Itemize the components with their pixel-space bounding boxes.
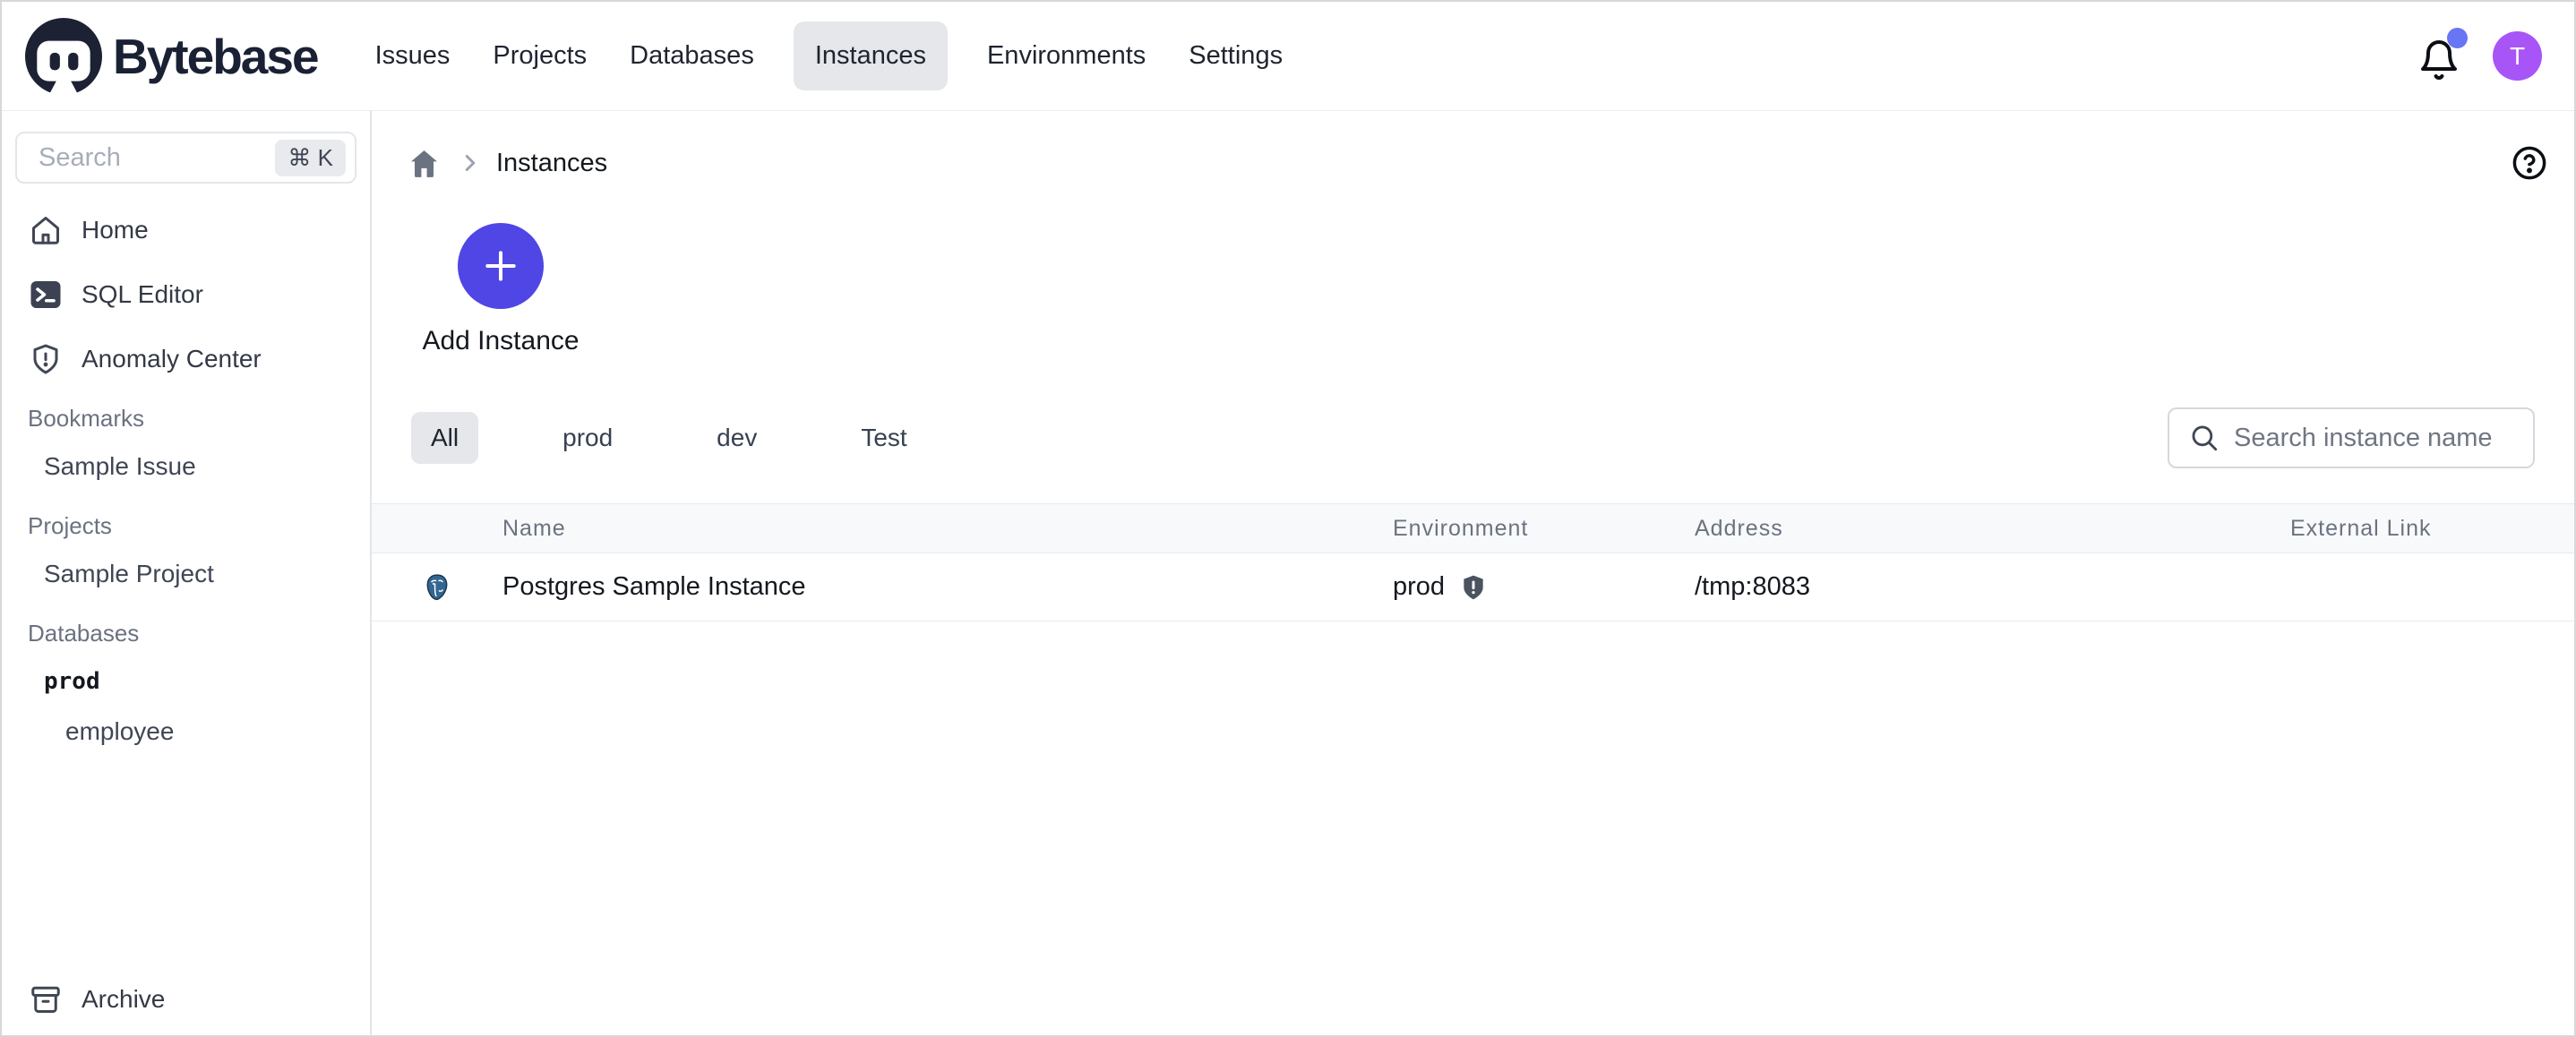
bytebase-logo[interactable]: Bytebase — [25, 18, 318, 95]
home-icon[interactable] — [408, 147, 441, 180]
sidebar: ⌘ K Home SQL Editor — [2, 111, 372, 1035]
sidebar-item-label: Archive — [82, 985, 165, 1014]
plus-icon — [481, 246, 520, 286]
sidebar-item-label: Anomaly Center — [82, 345, 262, 373]
sidebar-item-home[interactable]: Home — [15, 210, 356, 250]
sidebar-item-label: Home — [82, 216, 149, 244]
breadcrumb-current: Instances — [496, 149, 607, 178]
unread-notification-dot — [2447, 28, 2468, 48]
tab-all[interactable]: All — [411, 412, 478, 464]
chevron-right-icon — [457, 150, 484, 176]
column-header-address: Address — [1695, 516, 2290, 542]
add-instance-label[interactable]: Add Instance — [411, 326, 590, 356]
instance-search-input[interactable] — [2234, 424, 2517, 453]
instance-filter-row: All prod dev Test — [372, 407, 2574, 468]
sidebar-section-databases: Databases prod employee — [15, 615, 356, 751]
nav-item-issues[interactable]: Issues — [372, 21, 454, 90]
bookmark-sample-issue[interactable]: Sample Issue — [15, 447, 356, 486]
table-row[interactable]: Postgres Sample Instance prod /tmp:8083 — [372, 553, 2574, 621]
environment-value: prod — [1393, 572, 1445, 602]
brand-wordmark: Bytebase — [113, 28, 318, 85]
breadcrumb: Instances — [372, 143, 2574, 183]
instance-address: /tmp:8083 — [1695, 572, 2290, 602]
navbar-right: T — [2417, 31, 2542, 81]
sidebar-item-archive[interactable]: Archive — [15, 980, 356, 1019]
sidebar-nav: Home SQL Editor Anomal — [15, 210, 356, 379]
archive-icon — [30, 983, 62, 1016]
instances-table: Name Environment Address External Link — [372, 503, 2574, 621]
sidebar-search[interactable]: ⌘ K — [15, 132, 356, 184]
terminal-icon — [30, 279, 62, 311]
user-avatar[interactable]: T — [2493, 31, 2542, 81]
nav-item-projects[interactable]: Projects — [489, 21, 590, 90]
sidebar-item-anomaly-center[interactable]: Anomaly Center — [15, 339, 356, 379]
sidebar-footer: Archive — [15, 980, 356, 1026]
search-shortcut-badge: ⌘ K — [275, 140, 346, 176]
sidebar-section-projects: Projects Sample Project — [15, 508, 356, 594]
section-title: Bookmarks — [15, 400, 356, 436]
database-tree-db-employee[interactable]: employee — [15, 712, 356, 751]
shield-alert-icon — [30, 343, 62, 375]
section-title: Projects — [15, 508, 356, 544]
main-content: Instances Add Instance — [372, 111, 2574, 1035]
section-title: Databases — [15, 615, 356, 651]
project-sample-project[interactable]: Sample Project — [15, 554, 356, 594]
tab-prod[interactable]: prod — [543, 412, 632, 464]
search-icon — [2189, 423, 2220, 453]
notifications-button[interactable] — [2417, 33, 2460, 80]
shield-icon — [1459, 573, 1488, 602]
sidebar-section-bookmarks: Bookmarks Sample Issue — [15, 400, 356, 486]
nav-item-environments[interactable]: Environments — [983, 21, 1149, 90]
instance-search[interactable] — [2168, 407, 2535, 468]
nav-item-settings[interactable]: Settings — [1185, 21, 1286, 90]
instance-environment: prod — [1393, 572, 1695, 602]
database-tree-env-prod[interactable]: prod — [15, 662, 356, 701]
sidebar-search-input[interactable] — [39, 143, 275, 173]
column-header-external-link: External Link — [2290, 516, 2574, 542]
instance-name[interactable]: Postgres Sample Instance — [502, 572, 1393, 602]
home-icon — [30, 214, 62, 246]
environment-tabs: All prod dev Test — [411, 412, 927, 464]
bytebase-app-window: Bytebase Issues Projects Databases Insta… — [0, 0, 2576, 1037]
primary-nav: Issues Projects Databases Instances Envi… — [372, 21, 1287, 90]
bytebase-logo-icon — [25, 18, 102, 95]
column-header-name: Name — [502, 516, 1393, 542]
postgresql-icon — [423, 573, 451, 602]
help-icon[interactable] — [2511, 144, 2548, 182]
nav-item-databases[interactable]: Databases — [626, 21, 758, 90]
add-instance-block: Add Instance — [372, 223, 590, 356]
nav-item-instances[interactable]: Instances — [794, 21, 948, 90]
tab-test[interactable]: Test — [841, 412, 926, 464]
tab-dev[interactable]: dev — [697, 412, 777, 464]
add-instance-button[interactable] — [458, 223, 544, 309]
sidebar-item-sql-editor[interactable]: SQL Editor — [15, 275, 356, 314]
column-header-environment: Environment — [1393, 516, 1695, 542]
sidebar-item-label: SQL Editor — [82, 280, 203, 309]
top-navbar: Bytebase Issues Projects Databases Insta… — [2, 2, 2574, 111]
table-header: Name Environment Address External Link — [372, 503, 2574, 553]
